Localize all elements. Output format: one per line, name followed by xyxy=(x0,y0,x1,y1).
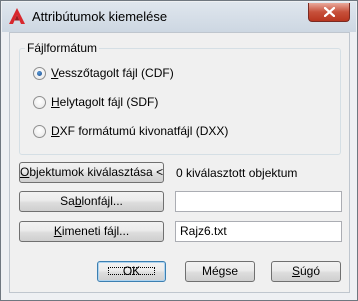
cancel-button[interactable]: Mégse xyxy=(185,261,255,282)
radio-sdf[interactable]: Helytagolt fájl (SDF) xyxy=(33,94,158,110)
autocad-a-icon xyxy=(9,8,25,24)
radio-button[interactable] xyxy=(33,66,46,80)
dialog-window: Attribútumok kiemelése Fájlformátum Vess… xyxy=(0,0,358,301)
ok-label: OK xyxy=(105,264,158,278)
radio-label: Vesszőtagolt fájl (CDF) xyxy=(51,66,174,80)
radio-button[interactable] xyxy=(33,95,46,109)
radio-button[interactable] xyxy=(33,124,46,138)
help-button[interactable]: Súgó xyxy=(271,261,341,282)
selected-count-text: 0 kiválasztott objektum xyxy=(176,166,298,180)
radio-label: Helytagolt fájl (SDF) xyxy=(51,95,159,109)
radio-cdf[interactable]: Vesszőtagolt fájl (CDF) xyxy=(33,65,174,81)
dialog-content: Fájlformátum Vesszőtagolt fájl (CDF) Hel… xyxy=(9,32,350,293)
radio-dxx[interactable]: DXF formátumú kivonatfájl (DXX) xyxy=(33,123,228,139)
template-file-field[interactable] xyxy=(175,191,342,212)
file-format-group: Fájlformátum Vesszőtagolt fájl (CDF) Hel… xyxy=(19,41,341,155)
output-file-field[interactable]: Rajz6.txt xyxy=(175,221,342,242)
window-title: Attribútumok kiemelése xyxy=(32,9,168,24)
template-file-button[interactable]: Sablonfájl... xyxy=(19,191,164,212)
close-button[interactable] xyxy=(308,3,350,22)
select-objects-button[interactable]: Objektumok kiválasztása < xyxy=(19,162,164,183)
ok-button[interactable]: OK xyxy=(97,261,166,282)
close-x-icon xyxy=(324,7,335,17)
group-label: Fájlformátum xyxy=(25,41,100,55)
title-bar[interactable]: Attribútumok kiemelése xyxy=(2,2,356,32)
radio-label: DXF formátumú kivonatfájl (DXX) xyxy=(51,124,229,138)
output-file-button[interactable]: Kimeneti fájl... xyxy=(19,221,164,242)
